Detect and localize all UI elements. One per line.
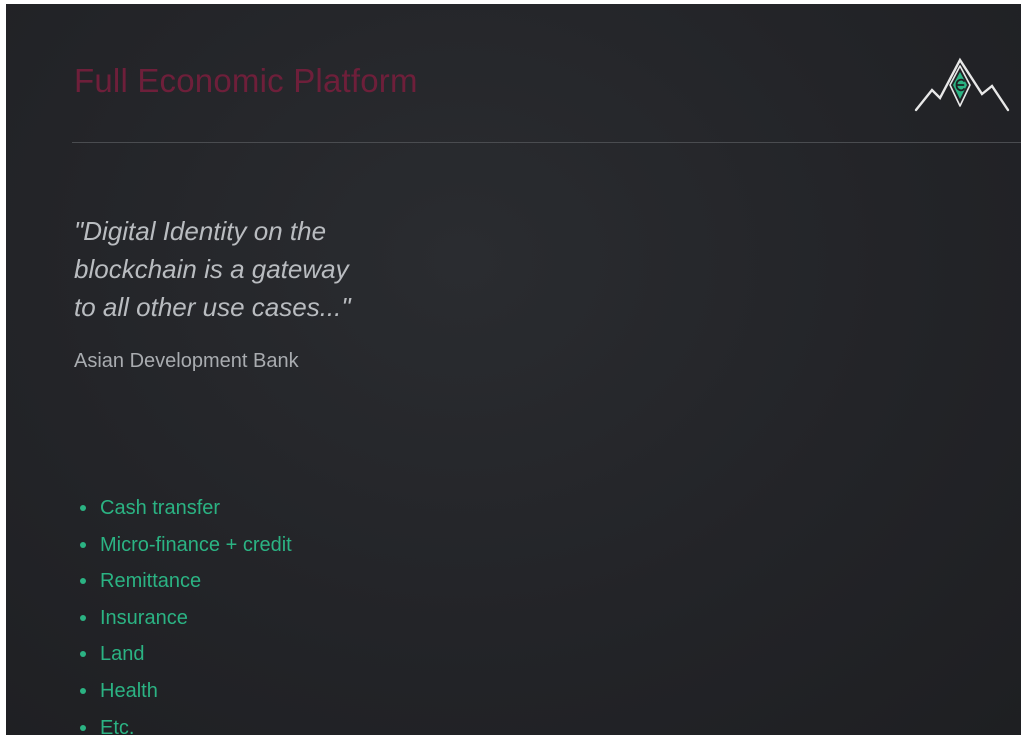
bullet-icon (80, 687, 86, 694)
presentation-slide: Full Economic Platform "Digital Identity… (6, 4, 1021, 735)
list-item-label: Cash transfer (100, 497, 221, 519)
list-item: Remittance (78, 563, 292, 600)
bullet-icon (80, 614, 86, 621)
use-case-list: Cash transfer Micro-finance + credit Rem… (78, 490, 292, 735)
quote-line: "Digital Identity on the (74, 216, 327, 246)
bullet-icon (80, 541, 86, 548)
screen-frame: Full Economic Platform "Digital Identity… (0, 0, 1021, 735)
list-item: Health (78, 673, 292, 710)
quote-line: to all other use cases..." (74, 292, 351, 322)
slide-title: Full Economic Platform (74, 62, 418, 99)
list-item-label: Etc. (100, 716, 135, 735)
list-item-label: Micro-finance + credit (100, 533, 292, 556)
list-item: Land (78, 636, 292, 673)
quote: "Digital Identity on the blockchain is a… (74, 212, 434, 326)
list-item: Insurance (78, 600, 292, 637)
list-item-label: Health (100, 679, 158, 702)
list-item: Micro-finance + credit (78, 527, 292, 564)
list-item-label: Insurance (100, 606, 188, 629)
bullet-icon (80, 578, 86, 585)
title-divider (72, 142, 1021, 143)
bullet-icon (80, 724, 86, 731)
bullet-icon (80, 651, 86, 658)
quote-attribution: Asian Development Bank (74, 350, 299, 372)
quote-line: blockchain is a gateway (74, 254, 349, 284)
list-item-label: Land (100, 643, 145, 666)
mountain-logo-icon (914, 57, 1010, 112)
list-item-label: Remittance (100, 570, 202, 593)
list-item: Etc. (78, 710, 292, 735)
bullet-icon (80, 505, 86, 511)
list-item: Cash transfer (78, 490, 292, 527)
